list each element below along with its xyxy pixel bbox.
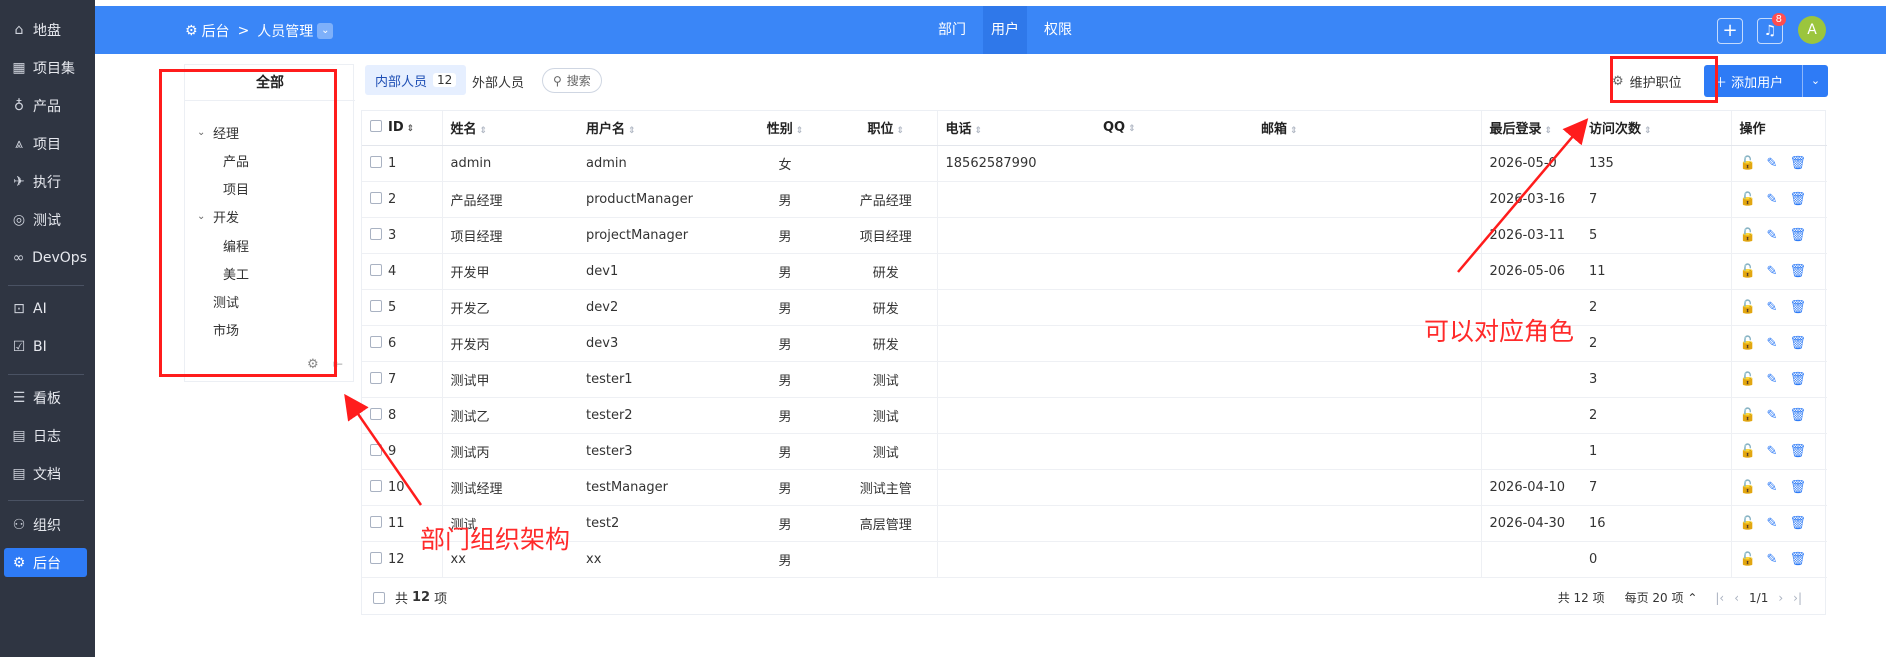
annotation-arrow-tree (344, 393, 423, 506)
annotation-arrow-role (1457, 118, 1589, 273)
annotation-role-note: 可以对应角色 (1424, 317, 1575, 346)
annotation-tree-note: 部门组织架构 (420, 525, 571, 554)
annotation-arrows (344, 118, 1589, 506)
